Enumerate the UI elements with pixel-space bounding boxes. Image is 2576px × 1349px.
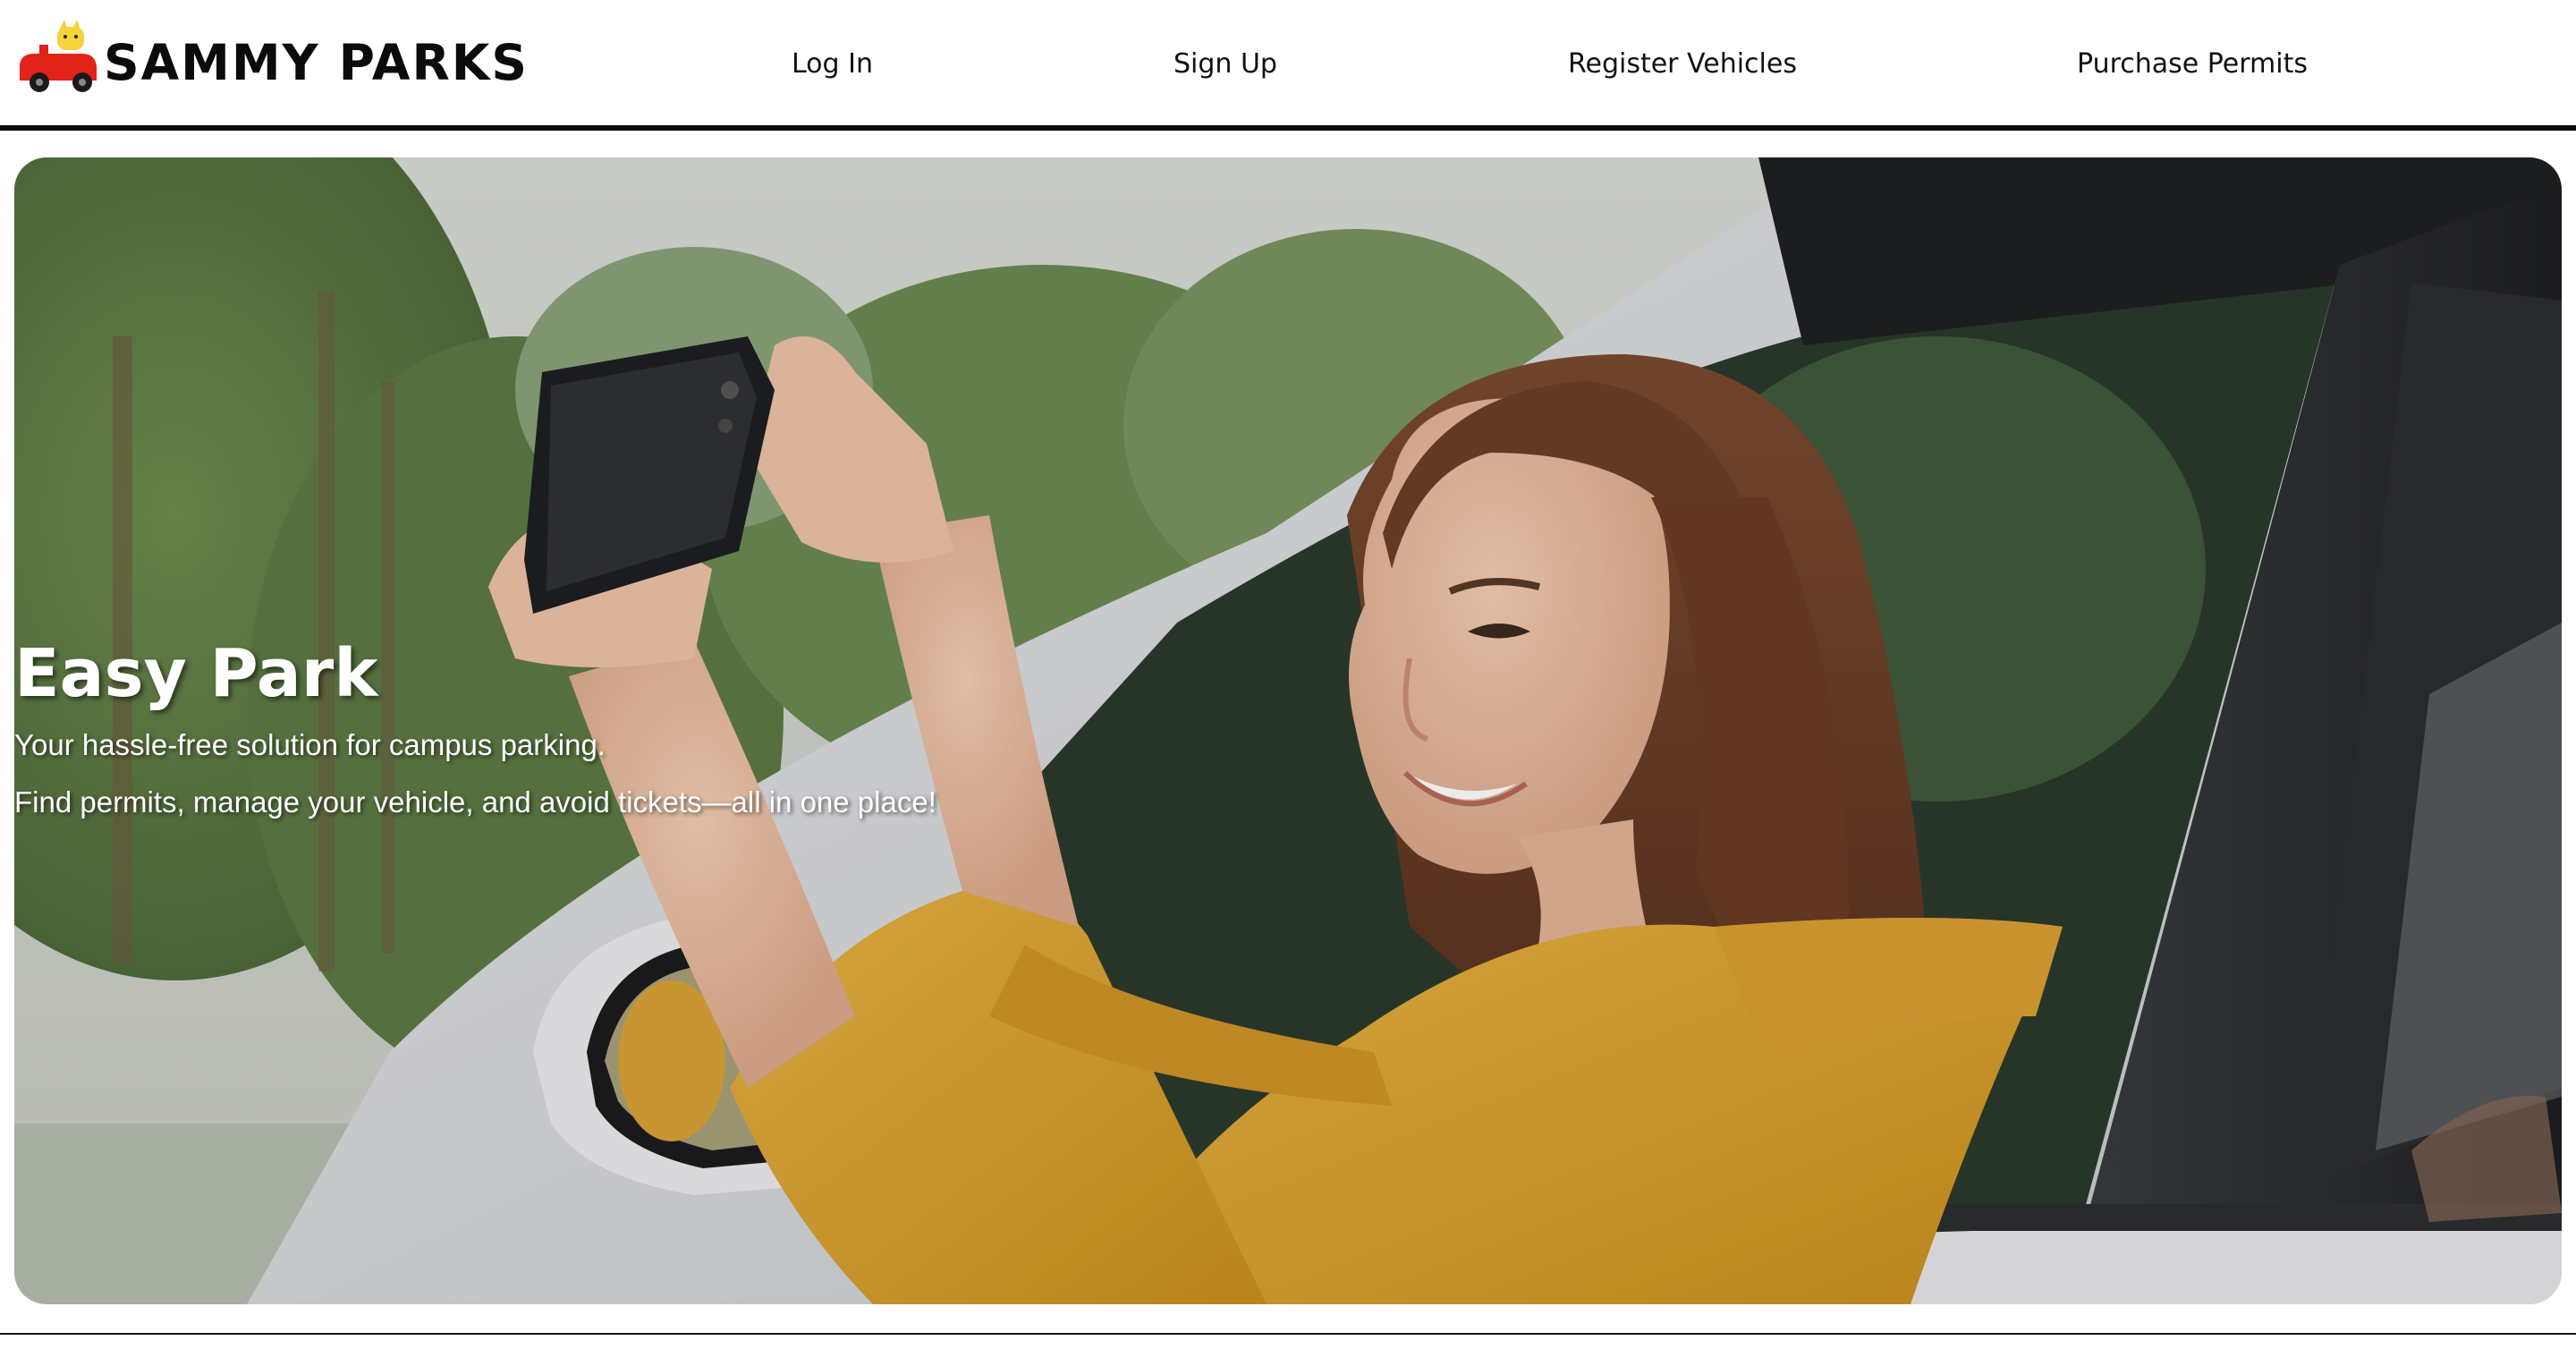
nav-purchase-permits[interactable]: Purchase Permits [2077, 48, 2308, 80]
site-header: SAMMY PARKS Log In Sign Up Register Vehi… [0, 0, 2576, 131]
hero-tagline: Your hassle-free solution for campus par… [14, 728, 606, 761]
nav-log-in[interactable]: Log In [792, 48, 873, 80]
brand-name[interactable]: SAMMY PARKS [104, 34, 529, 91]
logo[interactable] [14, 18, 100, 104]
nav-sign-up[interactable]: Sign Up [1174, 48, 1277, 80]
hero-banner: Easy Park Your hassle-free solution for … [14, 157, 2562, 1304]
nav-register-vehicles[interactable]: Register Vehicles [1568, 48, 1797, 80]
red-car-with-cat-icon [20, 20, 97, 92]
page-bottom-divider [0, 1333, 2576, 1349]
hero-description: Find permits, manage your vehicle, and a… [14, 785, 936, 819]
hero-title: Easy Park [14, 635, 378, 712]
